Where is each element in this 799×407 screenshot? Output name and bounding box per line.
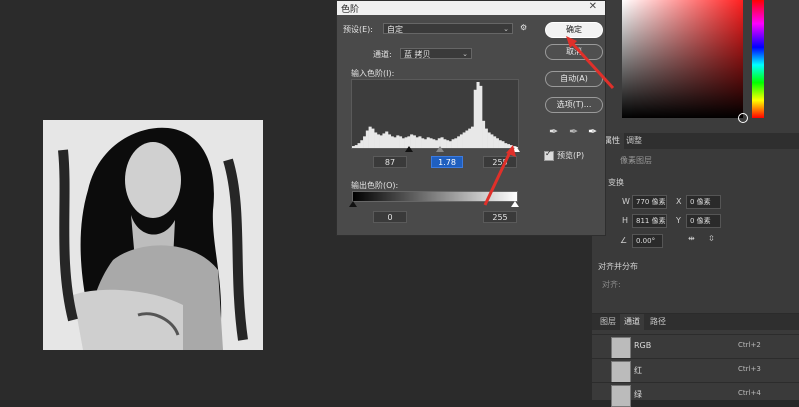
- arrow-to-ok-line: [569, 40, 615, 90]
- annotation-arrows: [483, 36, 615, 206]
- arrow-to-white-slider-line: [483, 151, 512, 206]
